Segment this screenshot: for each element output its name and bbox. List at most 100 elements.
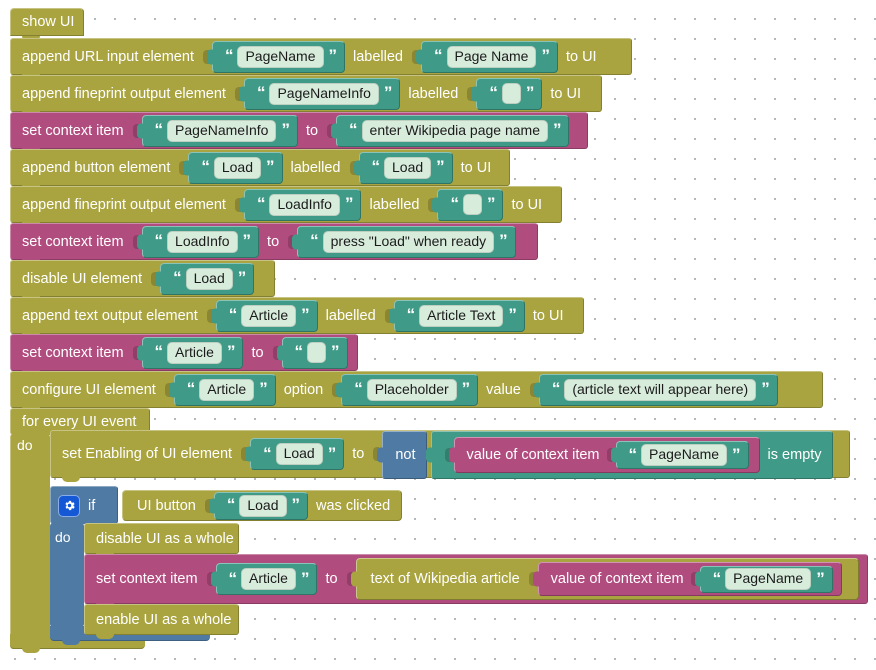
text-block-placeholder-value[interactable]: “ (article text will appear here) ” (538, 373, 778, 406)
block-set-context-loadinfo[interactable]: set context item “ LoadInfo ” to “ press… (10, 223, 538, 260)
block-disable-ui-as-a-whole[interactable]: disable UI as a whole (84, 523, 239, 554)
text-field[interactable]: Article (199, 378, 255, 401)
text-block-pagename[interactable]: “ PageName ” (699, 565, 833, 593)
labelled-word: labelled (408, 85, 459, 102)
set-context-label: set context item (22, 122, 124, 139)
text-field[interactable]: Page Name (446, 45, 537, 68)
quote-open-icon: “ (154, 342, 163, 361)
quote-close-icon: ” (436, 157, 444, 176)
text-field[interactable]: Load (185, 267, 233, 290)
text-field[interactable]: Placeholder (366, 378, 457, 401)
block-enable-ui-as-a-whole[interactable]: enable UI as a whole (84, 604, 239, 635)
text-block-pagename[interactable]: “ PageName ” (211, 40, 346, 73)
text-block-key[interactable]: “ PageNameInfo ” (141, 114, 298, 147)
text-field[interactable]: PageName (725, 568, 812, 590)
block-is-empty[interactable]: value of context item “ PageName ” is em… (430, 431, 833, 479)
text-field[interactable]: Article Text (419, 304, 504, 327)
quote-open-icon: “ (294, 342, 303, 361)
text-block-load[interactable]: “ Load ” (213, 491, 308, 520)
text-field[interactable]: Article (167, 341, 222, 364)
text-field[interactable]: Article (241, 568, 296, 590)
text-field[interactable]: enter Wikipedia page name (361, 119, 548, 142)
set-context-label: set context item (22, 344, 124, 361)
text-field[interactable]: (article text will appear here) (564, 378, 757, 401)
text-field[interactable]: Article (241, 304, 297, 327)
blockly-block-stack: show UI append URL input element “ PageN… (0, 0, 876, 670)
block-set-context-article-wiki[interactable]: set context item “ Article ” to text of … (84, 554, 868, 604)
text-field[interactable]: Load (384, 156, 432, 179)
block-append-url-input[interactable]: append URL input element “ PageName ” la… (10, 38, 632, 75)
quote-close-icon: ” (486, 194, 495, 213)
set-context-label: set context item (96, 571, 198, 587)
text-block-pagenameinfo[interactable]: “ PageNameInfo ” (243, 77, 401, 110)
quote-close-icon: ” (281, 120, 289, 139)
text-block-article[interactable]: “ Article ” (173, 373, 276, 406)
block-not[interactable]: not (382, 431, 427, 479)
text-field[interactable]: PageNameInfo (167, 119, 277, 142)
text-field[interactable]: Load (213, 156, 261, 179)
quote-open-icon: “ (310, 231, 318, 250)
block-configure-ui-element[interactable]: configure UI element “ Article ” option … (10, 371, 823, 408)
text-field[interactable]: Load (275, 443, 323, 465)
text-block-article-text[interactable]: “ Article Text ” (393, 299, 525, 332)
block-append-fineprint-pagenameinfo[interactable]: append fineprint output element “ PageNa… (10, 75, 602, 112)
block-value-of-context-item[interactable]: value of context item “ PageName ” (537, 562, 842, 596)
text-field[interactable]: PageName (641, 444, 728, 466)
text-block-empty-label[interactable]: “ ” (476, 77, 543, 110)
if-block-foot-notch (62, 640, 80, 645)
quote-open-icon: “ (349, 120, 357, 139)
text-block-value[interactable]: “ press "Load" when ready ” (297, 225, 516, 258)
text-field[interactable]: LoadInfo (167, 230, 238, 253)
block-set-enabling[interactable]: set Enabling of UI element “ Load ” to n… (50, 430, 850, 479)
text-field[interactable] (307, 342, 327, 363)
text-field[interactable]: press "Load" when ready (322, 230, 495, 253)
text-block-empty-label[interactable]: “ ” (437, 188, 504, 221)
to-ui-word: to UI (565, 48, 597, 65)
text-block-key[interactable]: “ Article ” (141, 336, 244, 369)
text-block-load[interactable]: “ Load ” (160, 262, 255, 295)
text-block-article[interactable]: “ Article ” (215, 563, 318, 595)
append-url-label: append URL input element (22, 48, 194, 65)
set-context-label: set context item (22, 233, 124, 250)
text-block-pagename[interactable]: “ PageName ” (615, 441, 749, 469)
text-field[interactable]: PageNameInfo (269, 82, 379, 105)
block-set-context-pagenameinfo[interactable]: set context item “ PageNameInfo ” to “ e… (10, 112, 588, 149)
labelled-word: labelled (325, 307, 376, 324)
quote-close-icon: ” (328, 46, 337, 65)
block-show-ui-label: show UI (22, 14, 75, 30)
text-block-load-label[interactable]: “ Load ” (358, 151, 453, 184)
text-field[interactable] (462, 194, 482, 215)
text-block-page-name-label[interactable]: “ Page Name ” (421, 40, 558, 73)
text-field[interactable]: Load (239, 494, 287, 517)
text-block-value[interactable]: “ enter Wikipedia page name ” (336, 114, 570, 147)
text-block-article[interactable]: “ Article ” (215, 299, 318, 332)
block-append-text-output[interactable]: append text output element “ Article ” l… (10, 297, 584, 334)
block-ui-button-was-clicked[interactable]: UI button “ Load ” was clicked (122, 490, 402, 521)
labelled-word: labelled (290, 159, 341, 176)
text-block-key[interactable]: “ LoadInfo ” (141, 225, 260, 258)
text-field[interactable] (501, 83, 521, 104)
text-field[interactable]: LoadInfo (269, 193, 340, 216)
block-append-fineprint-loadinfo[interactable]: append fineprint output element “ LoadIn… (10, 186, 562, 223)
block-show-ui[interactable]: show UI (10, 8, 84, 36)
quote-close-icon: ” (383, 83, 392, 102)
quote-open-icon: “ (406, 305, 415, 324)
text-block-loadinfo[interactable]: “ LoadInfo ” (243, 188, 362, 221)
block-set-context-article-empty[interactable]: set context item “ Article ” to “ ” (10, 334, 358, 371)
text-block-empty-value[interactable]: “ ” (281, 336, 348, 369)
text-block-placeholder[interactable]: “ Placeholder ” (341, 373, 479, 406)
block-append-button[interactable]: append button element “ Load ” labelled … (10, 149, 510, 186)
text-block-load-name[interactable]: “ Load ” (188, 151, 283, 184)
block-disable-ui-element[interactable]: disable UI element “ Load ” (10, 260, 275, 297)
if-word: if (88, 497, 96, 514)
block-if[interactable]: if (50, 486, 118, 524)
gear-icon[interactable] (58, 494, 80, 517)
quote-close-icon: ” (541, 46, 549, 65)
to-ui-word: to UI (550, 85, 581, 102)
to-word: to (267, 233, 280, 250)
block-text-of-wikipedia-article[interactable]: text of Wikipedia article value of conte… (355, 558, 859, 600)
quote-close-icon: ” (331, 342, 339, 361)
text-field[interactable]: PageName (237, 45, 324, 68)
block-value-of-context-item[interactable]: value of context item “ PageName ” (453, 437, 760, 473)
text-block-load[interactable]: “ Load ” (250, 438, 345, 470)
